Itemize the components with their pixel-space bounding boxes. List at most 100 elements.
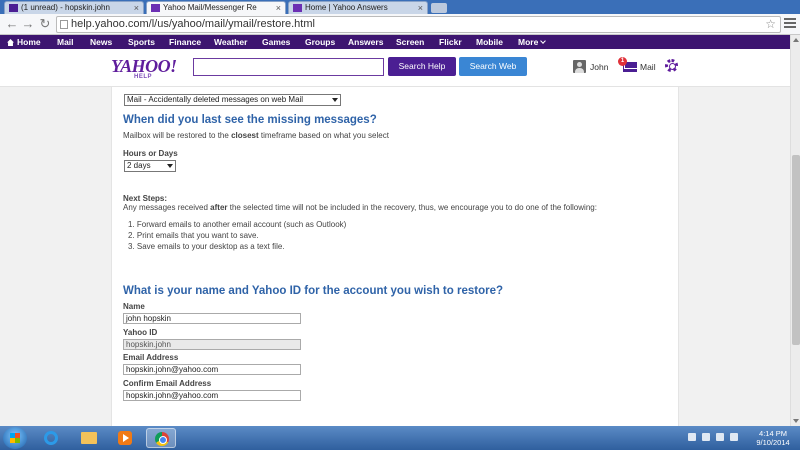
search-help-button[interactable]: Search Help [388,57,456,76]
volume-icon[interactable] [730,433,738,441]
page-scrollbar[interactable] [790,35,800,426]
start-button[interactable] [3,427,27,449]
issue-select[interactable]: Mail - Accidentally deleted messages on … [124,94,341,106]
tab-label: Yahoo Mail/Messenger Re [163,3,257,12]
restore-form-panel: Mail - Accidentally deleted messages on … [111,87,679,426]
chrome-menu-icon[interactable] [784,18,796,30]
network-icon[interactable] [716,433,724,441]
mail-link[interactable]: Mail [640,62,656,72]
nav-news[interactable]: News [90,35,112,49]
taskbar-clock[interactable]: 4:14 PM 9/10/2014 [752,429,794,447]
yahoo-favicon-icon [293,4,302,12]
mail-unread-badge: 1 [618,57,627,66]
next-steps-pre: Any messages received [123,203,208,212]
tab-yahoo-answers[interactable]: Home | Yahoo Answers × [288,1,428,14]
restore-note: Mailbox will be restored to the closest … [123,131,389,140]
scroll-thumb[interactable] [792,155,800,345]
taskbar-ie[interactable] [36,428,66,448]
confirm-email-field[interactable]: hopskin.john@yahoo.com [123,390,301,401]
nav-groups[interactable]: Groups [305,35,335,49]
clock-time: 4:14 PM [759,429,787,438]
windows-taskbar: 4:14 PM 9/10/2014 [0,426,800,450]
tab-yahoo-help[interactable]: Yahoo Mail/Messenger Re × [146,1,286,14]
next-steps-text: Any messages received after the selected… [123,203,597,212]
internet-explorer-icon [44,431,58,445]
scroll-up-icon[interactable] [793,38,799,42]
nav-answers[interactable]: Answers [348,35,383,49]
logo-subtitle: HELP [134,74,153,80]
nav-weather[interactable]: Weather [214,35,247,49]
tab-close-icon[interactable]: × [276,2,281,14]
name-label: Name [123,302,145,311]
step-item: 3. Save emails to your desktop as a text… [128,242,285,251]
restore-note-bold: closest [231,131,259,140]
nav-sports[interactable]: Sports [128,35,155,49]
step-item: 2. Print emails that you want to save. [128,231,259,240]
restore-note-pre: Mailbox will be restored to the [123,131,229,140]
url-text: help.yahoo.com/l/us/yahoo/mail/ymail/res… [71,18,315,30]
step-item: 1. Forward emails to another email accou… [128,220,347,229]
hours-select-value: 2 days [127,161,151,170]
taskbar-chrome[interactable] [146,428,176,448]
nav-screen[interactable]: Screen [396,35,424,49]
forward-button[interactable]: → [20,16,36,32]
action-center-icon[interactable] [702,433,710,441]
nav-flickr[interactable]: Flickr [439,35,462,49]
scroll-down-icon[interactable] [793,419,799,423]
identity-heading: What is your name and Yahoo ID for the a… [123,285,503,297]
yahoo-id-field: hopskin.john [123,339,301,350]
bookmark-star-icon[interactable]: ☆ [765,17,776,32]
home-icon [7,39,14,46]
search-web-button[interactable]: Search Web [459,57,527,76]
dropdown-arrow-icon [167,164,173,168]
nav-games[interactable]: Games [262,35,290,49]
browser-tab-strip: (1 unread) - hopskin.john × Yahoo Mail/M… [0,0,800,14]
confirm-email-label: Confirm Email Address [123,379,212,388]
new-tab-button[interactable] [431,3,447,13]
nav-finance[interactable]: Finance [169,35,201,49]
taskbar-media-player[interactable] [110,428,140,448]
next-steps-bold: after [210,203,228,212]
browser-toolbar: ← → ↻ help.yahoo.com/l/us/yahoo/mail/yma… [0,14,800,35]
restore-note-post: timeframe based on what you select [260,131,389,140]
address-bar[interactable]: help.yahoo.com/l/us/yahoo/mail/ymail/res… [56,16,781,33]
nav-more[interactable]: More [518,35,547,49]
media-player-icon [118,431,132,445]
search-input[interactable] [193,58,384,76]
user-icon[interactable] [573,60,586,73]
tab-close-icon[interactable]: × [418,2,423,14]
reload-button[interactable]: ↻ [37,16,53,32]
tab-close-icon[interactable]: × [134,2,139,14]
mail-favicon-icon [9,4,18,12]
tray-arrow-icon[interactable] [688,433,696,441]
help-header: YAHOO! HELP Search Help Search Web John … [0,49,790,87]
nav-mobile[interactable]: Mobile [476,35,503,49]
name-field[interactable]: john hopskin [123,313,301,324]
tab-label: Home | Yahoo Answers [305,3,388,12]
chevron-down-icon [540,38,547,44]
chrome-icon [155,432,169,446]
issue-select-value: Mail - Accidentally deleted messages on … [127,95,304,104]
email-field[interactable]: hopskin.john@yahoo.com [123,364,301,375]
taskbar-explorer[interactable] [74,428,104,448]
yahoo-id-label: Yahoo ID [123,328,158,337]
next-steps-post: the selected time will not be included i… [229,203,597,212]
nav-home[interactable]: Home [7,35,41,49]
email-label: Email Address [123,353,179,362]
gear-icon[interactable] [665,59,678,72]
hours-select[interactable]: 2 days [124,160,176,172]
yahoo-nav-bar: Home Mail News Sports Finance Weather Ga… [0,35,800,49]
clock-date: 9/10/2014 [756,438,790,447]
system-tray [680,432,742,444]
page-icon [60,20,68,29]
nav-mail[interactable]: Mail [57,35,74,49]
hours-label: Hours or Days [123,149,178,158]
tab-yahoo-mail[interactable]: (1 unread) - hopskin.john × [4,1,144,14]
dropdown-arrow-icon [332,98,338,102]
folder-icon [81,432,97,444]
nav-label: More [518,37,539,47]
back-button[interactable]: ← [4,16,20,32]
user-name[interactable]: John [590,62,608,72]
next-steps-label: Next Steps: [123,194,168,203]
tab-label: (1 unread) - hopskin.john [21,3,110,12]
